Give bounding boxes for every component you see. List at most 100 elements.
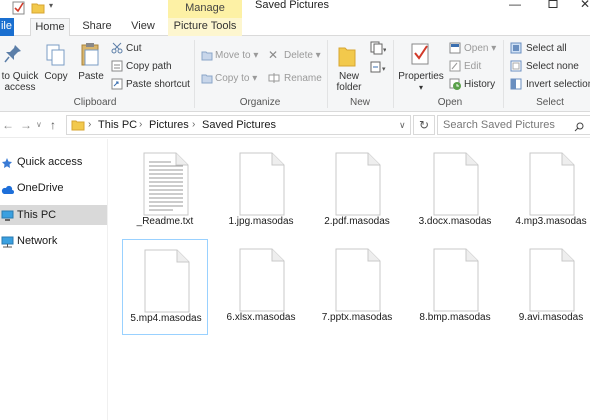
history-icon (449, 78, 462, 94)
back-arrow-icon[interactable]: ← (2, 118, 14, 132)
clipboard-group-label: Clipboard (73, 97, 117, 108)
pin-label-line1: to Quick (1, 71, 39, 82)
svg-text:▾: ▾ (382, 66, 386, 73)
breadcrumb-this-pc[interactable]: This PC (98, 119, 137, 131)
breadcrumb-saved-pictures[interactable]: Saved Pictures (202, 119, 276, 131)
tab-home[interactable]: Home (30, 18, 70, 37)
select-none-icon (510, 60, 522, 75)
tab-picture-tools[interactable]: Picture Tools (168, 18, 242, 36)
new-folder-icon (338, 44, 356, 71)
open-button[interactable]: Open ▾ (464, 43, 496, 54)
breadcrumb-chevron-icon[interactable]: › (192, 119, 195, 130)
breadcrumb-chevron-icon[interactable]: › (139, 119, 142, 130)
edit-icon (449, 60, 461, 75)
minimize-button[interactable]: — (505, 0, 525, 12)
breadcrumb-pictures[interactable]: Pictures (149, 119, 189, 131)
open-label: Open (464, 43, 489, 54)
group-separator (327, 40, 328, 108)
select-group-label: Select (536, 97, 564, 108)
nav-item-this-pc[interactable]: This PC (0, 205, 107, 225)
cut-button[interactable]: Cut (126, 43, 142, 54)
up-arrow-icon[interactable]: ↑ (50, 118, 56, 132)
breadcrumb-chevron-icon[interactable]: › (88, 119, 91, 130)
properties-icon (410, 42, 432, 69)
file-name: 9.avi.masodas (518, 312, 584, 323)
new-folder-qat-icon[interactable] (31, 1, 45, 15)
copy-path-button[interactable]: Copy path (126, 61, 172, 72)
ribbon-tabs: ile Home Share View Picture Tools (0, 18, 590, 37)
open-group-label: Open (437, 97, 463, 108)
blank-file-icon (433, 248, 479, 312)
paste-shortcut-button[interactable]: Paste shortcut (126, 79, 190, 90)
copy-icon (46, 44, 66, 71)
forward-arrow-icon[interactable]: → (20, 118, 32, 132)
invert-selection-icon (510, 78, 522, 93)
paste-icon (80, 42, 102, 71)
properties-dropdown-icon: ▾ (418, 83, 423, 92)
history-button[interactable]: History (464, 79, 495, 90)
file-item-6[interactable]: 6.xlsx.masodas (218, 239, 304, 335)
folder-icon (71, 119, 85, 134)
navigation-pane: Quick access OneDrive This PC Network (0, 139, 108, 420)
file-item-7[interactable]: 7.pptx.masodas (314, 239, 400, 335)
nav-label: OneDrive (17, 182, 64, 194)
nav-label: This PC (17, 209, 57, 221)
maximize-button[interactable] (543, 0, 563, 12)
copy-to-button[interactable]: Copy to ▾ (215, 73, 257, 84)
search-input[interactable]: Search Saved Pictures (437, 115, 590, 135)
move-to-label: Move to (215, 50, 251, 61)
properties-button[interactable]: Properties ▾ (398, 71, 444, 93)
paste-button[interactable]: Paste (76, 71, 106, 82)
address-dropdown-icon[interactable]: ∨ (399, 120, 406, 131)
rename-button[interactable]: Rename (284, 73, 322, 84)
file-name: 4.mp3.masodas (515, 216, 587, 227)
file-item-4[interactable]: 4.mp3.masodas (508, 143, 590, 239)
file-item-1[interactable]: 1.jpg.masodas (218, 143, 304, 239)
nav-item-onedrive[interactable]: OneDrive (0, 178, 107, 198)
copy-to-icon (201, 72, 213, 87)
file-item-readme[interactable]: _Readme.txt (122, 143, 208, 239)
new-item-icon[interactable]: ▾ (370, 41, 387, 58)
blank-file-icon (433, 152, 479, 216)
tab-share[interactable]: Share (82, 18, 112, 36)
file-item-9[interactable]: 9.avi.masodas (508, 239, 590, 335)
easy-access-icon[interactable]: ▾ (370, 60, 386, 77)
copy-path-icon (111, 60, 123, 75)
tab-file[interactable]: ile (0, 18, 14, 36)
tab-view[interactable]: View (128, 18, 158, 36)
file-name: 3.docx.masodas (418, 216, 492, 227)
blank-file-icon (335, 152, 381, 216)
new-folder-button[interactable]: New folder (330, 71, 368, 93)
checkmark-properties-icon[interactable] (12, 1, 26, 15)
copy-button[interactable]: Copy (42, 71, 70, 82)
delete-button[interactable]: Delete ▾ (284, 50, 321, 61)
file-item-3[interactable]: 3.docx.masodas (412, 143, 498, 239)
pin-to-quick-access-button[interactable]: to Quick access (0, 71, 40, 93)
recent-locations-icon[interactable]: ∨ (36, 120, 42, 129)
nav-item-network[interactable]: Network (0, 231, 107, 251)
edit-button[interactable]: Edit (464, 61, 481, 72)
star-icon (1, 156, 14, 168)
address-bar[interactable]: › This PC › Pictures › Saved Pictures ∨ (66, 115, 411, 135)
nav-label: Quick access (17, 156, 83, 168)
rename-icon (268, 72, 280, 87)
ribbon: to Quick access Copy Paste Cut Copy path… (0, 36, 590, 112)
select-all-button[interactable]: Select all (526, 43, 567, 54)
file-name: 8.bmp.masodas (419, 312, 491, 323)
organize-group-label: Organize (239, 97, 281, 108)
group-separator (393, 40, 394, 108)
file-item-8[interactable]: 8.bmp.masodas (412, 239, 498, 335)
move-to-button[interactable]: Move to ▾ (215, 50, 258, 61)
nav-item-quick-access[interactable]: Quick access (0, 152, 107, 172)
file-name: 7.pptx.masodas (321, 312, 393, 323)
file-item-2[interactable]: 2.pdf.masodas (314, 143, 400, 239)
select-none-button[interactable]: Select none (526, 61, 579, 72)
close-button[interactable]: ✕ (575, 0, 590, 12)
pin-label-line2: access (4, 82, 36, 93)
title-bar: ▾ Manage Saved Pictures — ✕ (0, 0, 590, 18)
file-item-5[interactable]: 5.mp4.masodas (122, 239, 208, 335)
qat-dropdown-icon[interactable]: ▾ (49, 1, 63, 15)
invert-selection-button[interactable]: Invert selection (526, 79, 590, 90)
select-all-icon (510, 42, 522, 57)
refresh-button[interactable]: ↻ (413, 115, 435, 135)
